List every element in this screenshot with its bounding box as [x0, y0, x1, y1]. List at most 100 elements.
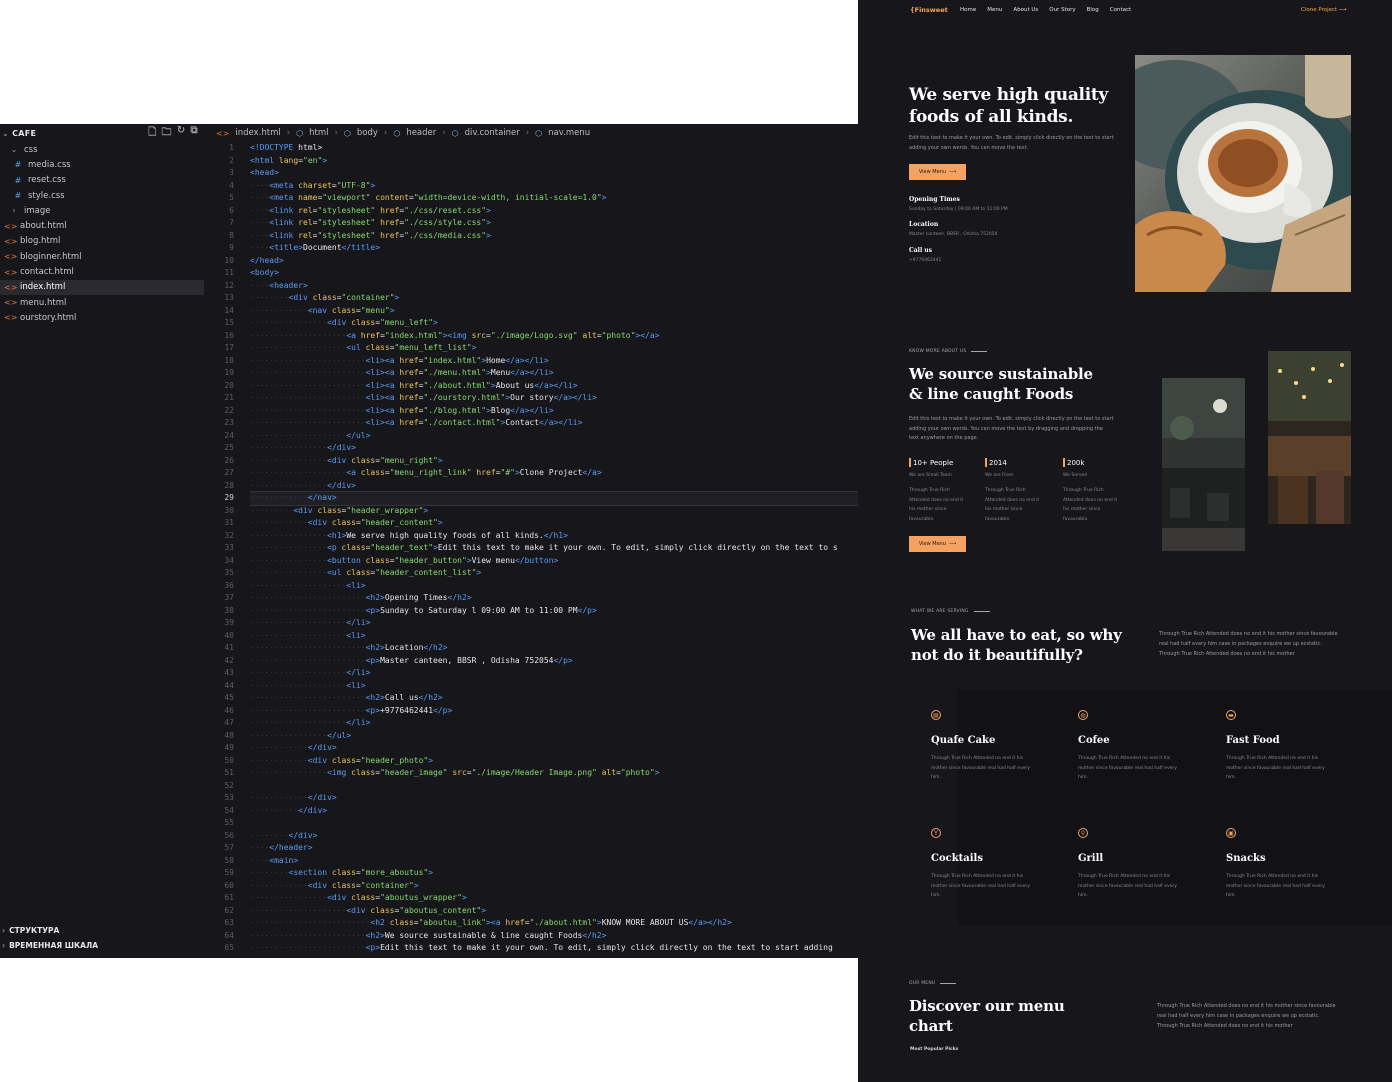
code-line[interactable]: ············<div class="header_content"> [250, 517, 858, 530]
code-line[interactable] [250, 817, 858, 830]
tree-item[interactable]: ⌄ css [0, 142, 204, 157]
breadcrumb-item[interactable]: body [357, 128, 378, 138]
tree-item[interactable]: <> menu.html [0, 295, 204, 310]
code-line[interactable]: ····················<li> [250, 680, 858, 693]
breadcrumb-item[interactable]: div.container [465, 128, 520, 138]
code-line[interactable]: ····<meta charset="UTF-8"> [250, 180, 858, 193]
code-line[interactable]: ························<li><a href="./a… [250, 380, 858, 393]
code-line[interactable]: ····················<div class="aboutus_… [250, 905, 858, 918]
code-line[interactable]: <head> [250, 167, 858, 180]
serving-kicker[interactable]: WHAT WE ARE SERVING [911, 609, 990, 614]
code-line[interactable]: ················<div class="aboutus_wrap… [250, 892, 858, 905]
code-line[interactable]: ············</div> [250, 792, 858, 805]
breadcrumb-item[interactable]: nav.menu [548, 128, 590, 138]
code-line[interactable]: ························<li><a href="./m… [250, 367, 858, 380]
code-line[interactable]: ························<h2>Location</h2… [250, 642, 858, 655]
tree-item[interactable]: <> about.html [0, 218, 204, 233]
code-line[interactable]: ····<main> [250, 855, 858, 868]
code-line[interactable]: <body> [250, 267, 858, 280]
code-line[interactable]: ····<meta name="viewport" content="width… [250, 192, 858, 205]
code-line[interactable]: ········<section class="more_aboutus"> [250, 867, 858, 880]
code-line[interactable]: ····<link rel="stylesheet" href="./css/r… [250, 205, 858, 218]
code-line[interactable]: ··········</div> [250, 805, 858, 818]
code-line[interactable]: ························<h2>Opening Time… [250, 592, 858, 605]
tree-item[interactable]: <> contact.html [0, 264, 204, 279]
code-line[interactable]: ········</div> [250, 830, 858, 843]
code-line[interactable]: ················<div class="menu_right"> [250, 455, 858, 468]
code-line[interactable]: ····················</ul> [250, 430, 858, 443]
about-view-menu-button[interactable]: View Menu ⟶ [909, 536, 966, 552]
code-line[interactable]: ························<li><a href="./c… [250, 417, 858, 430]
code-line[interactable]: ················</div> [250, 442, 858, 455]
code-line[interactable]: ························<p>Edit this tex… [250, 942, 858, 955]
code-line[interactable]: ············<nav class="menu"> [250, 305, 858, 318]
tree-item[interactable]: <> bloginner.html [0, 249, 204, 264]
tree-item[interactable]: # style.css [0, 188, 204, 203]
tree-item[interactable]: <> ourstory.html [0, 310, 204, 325]
code-line[interactable]: <!DOCTYPE html> [250, 142, 858, 155]
code-line[interactable]: ························<h2>Call us</h2> [250, 692, 858, 705]
code-line[interactable]: ········<div class="container"> [250, 292, 858, 305]
code-line[interactable]: ························<li><a href="./b… [250, 405, 858, 418]
code-line[interactable]: ················<h1>We serve high qualit… [250, 530, 858, 543]
nav-link[interactable]: About Us [1013, 7, 1038, 13]
code-line[interactable]: ················</ul> [250, 730, 858, 743]
tree-item[interactable]: <> index.html [0, 279, 204, 295]
code-line[interactable]: ························<li><a href="./o… [250, 392, 858, 405]
code-line[interactable] [250, 780, 858, 793]
breadcrumb-item[interactable]: index.html [235, 128, 280, 138]
code-line[interactable]: ············</div> [250, 742, 858, 755]
code-line[interactable]: ····<link rel="stylesheet" href="./css/m… [250, 230, 858, 243]
code-line[interactable]: ····················</li> [250, 717, 858, 730]
code-line[interactable]: ················<ul class="header_conten… [250, 567, 858, 580]
code-line[interactable]: ············<div class="container"> [250, 880, 858, 893]
code-line[interactable]: ················<p class="header_text">E… [250, 542, 858, 555]
code-line[interactable]: <html lang="en"> [250, 155, 858, 168]
about-kicker[interactable]: KNOW MORE ABOUT US [909, 349, 988, 354]
clone-project-link[interactable]: Clone Project ⟶ [1301, 7, 1347, 13]
brand-logo[interactable]: {Finsweet [910, 6, 948, 14]
code-line[interactable]: ····················</li> [250, 667, 858, 680]
code-line[interactable]: ····················<li> [250, 630, 858, 643]
code-line[interactable]: ····<header> [250, 280, 858, 293]
code-line[interactable]: ····················<a class="menu_right… [250, 467, 858, 480]
new-file-icon[interactable]: 🗋 [148, 125, 156, 142]
code-line[interactable]: ················</div> [250, 480, 858, 493]
hero-view-menu-button[interactable]: View Menu ⟶ [909, 164, 966, 180]
code-line[interactable]: ························<li><a href="ind… [250, 355, 858, 368]
nav-link[interactable]: Home [960, 7, 976, 13]
code-area[interactable]: <!DOCTYPE html> <html lang="en"> <head> ···… [250, 142, 858, 958]
nav-link[interactable]: Blog [1087, 7, 1099, 13]
collapse-icon[interactable]: ⧉ [191, 125, 198, 142]
code-line[interactable]: ················<div class="menu_left"> [250, 317, 858, 330]
code-line[interactable]: ·········<div class="header_wrapper"> [250, 505, 858, 518]
code-line[interactable]: ············</nav> [250, 491, 858, 506]
code-line[interactable]: ························<h2>We source su… [250, 930, 858, 943]
code-line[interactable]: ························<p>Master cantee… [250, 655, 858, 668]
code-line[interactable]: ····················</li> [250, 617, 858, 630]
nav-link[interactable]: Contact [1110, 7, 1131, 13]
code-line[interactable]: ····················<a href="index.html"… [250, 330, 858, 343]
chevron-down-icon[interactable]: ⌄ [2, 129, 9, 138]
tree-item[interactable]: › image [0, 203, 204, 218]
code-line[interactable]: ····<link rel="stylesheet" href="./css/s… [250, 217, 858, 230]
breadcrumb-item[interactable]: header [406, 128, 436, 138]
timeline-section[interactable]: › ВРЕМЕННАЯ ШКАЛА [0, 938, 204, 953]
refresh-icon[interactable]: ↻ [177, 125, 186, 142]
code-line[interactable]: ················<img class="header_image… [250, 767, 858, 780]
breadcrumb-item[interactable]: html [309, 128, 328, 138]
tree-item[interactable]: <> blog.html [0, 234, 204, 249]
code-line[interactable]: ····················<li> [250, 580, 858, 593]
outline-section[interactable]: › СТРУКТУРА [0, 923, 204, 938]
code-line[interactable]: ····················<ul class="menu_left… [250, 342, 858, 355]
menu-kicker[interactable]: OUR MENU [909, 981, 957, 986]
code-line[interactable]: ·························<h2 class="abou… [250, 917, 858, 930]
new-folder-icon[interactable]: 🗀 [162, 125, 172, 142]
code-line[interactable]: </head> [250, 255, 858, 268]
nav-link[interactable]: Menu [987, 7, 1002, 13]
code-line[interactable]: ························<p>Sunday to Sat… [250, 605, 858, 618]
code-line[interactable]: ················<button class="header_bu… [250, 555, 858, 568]
code-line[interactable]: ························<p>+9776462441</… [250, 705, 858, 718]
nav-link[interactable]: Our Story [1049, 7, 1075, 13]
code-line[interactable]: ············<div class="header_photo"> [250, 755, 858, 768]
